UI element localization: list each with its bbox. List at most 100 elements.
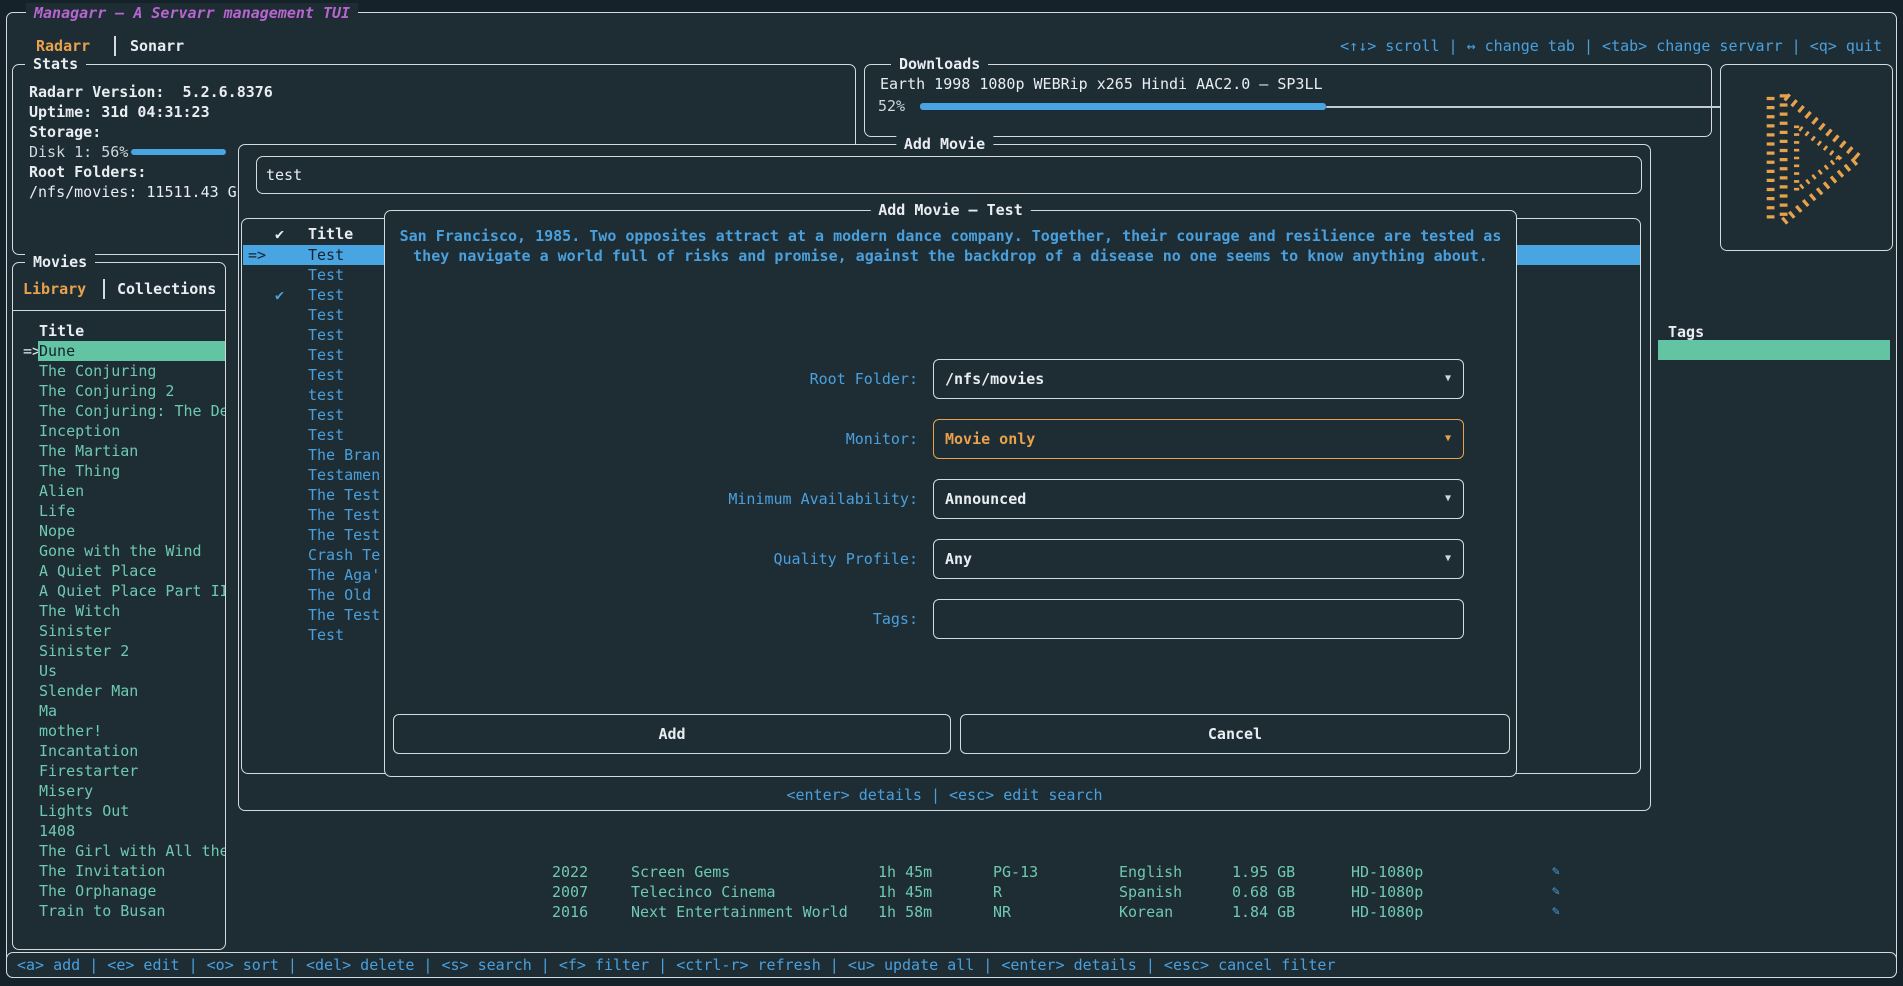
stats-disk-label: Disk 1: 56%	[29, 142, 128, 162]
cell-language: English	[1119, 862, 1182, 882]
movie-list-item[interactable]: Ma	[14, 701, 225, 721]
cell-rating: PG-13	[993, 862, 1038, 882]
add-button[interactable]: Add	[393, 714, 951, 754]
movie-list-item[interactable]: The Girl with All the	[14, 841, 225, 861]
result-title: Testamen	[308, 465, 380, 485]
movie-list-item[interactable]: =>Dune	[14, 341, 225, 361]
field-dropdown[interactable]: Movie only▼	[933, 419, 1464, 459]
result-title: Test	[308, 405, 344, 425]
movie-title: Misery	[38, 781, 225, 801]
movie-list-item[interactable]: Gone with the Wind	[14, 541, 225, 561]
top-keybind-hints: <↑↓> scroll | ↔ change tab | <tab> chang…	[1340, 36, 1882, 56]
movie-list-item[interactable]: Slender Man	[14, 681, 225, 701]
result-title: Crash Te	[308, 545, 380, 565]
table-row[interactable]: 2022Screen Gems1h 45mPG-13English1.95 GB…	[0, 862, 1903, 882]
movie-title: The Conjuring: The De	[38, 401, 225, 421]
chevron-down-icon: ▼	[1445, 480, 1451, 518]
movie-title: Slender Man	[38, 681, 225, 701]
movie-description-line2: they navigate a world full of risks and …	[385, 246, 1516, 266]
movie-list-item[interactable]: Inception	[14, 421, 225, 441]
cell-size: 1.95 GB	[1232, 862, 1295, 882]
table-row[interactable]: 2007Telecinco Cinema1h 45mRSpanish0.68 G…	[0, 882, 1903, 902]
cell-quality: HD-1080p	[1351, 902, 1423, 922]
movie-title: Life	[38, 501, 225, 521]
cancel-button[interactable]: Cancel	[960, 714, 1510, 754]
movie-title: Lights Out	[38, 801, 225, 821]
result-title: Test	[308, 425, 344, 445]
field-input[interactable]	[933, 599, 1464, 639]
movie-list-item[interactable]: Us	[14, 661, 225, 681]
selected-arrow	[14, 761, 38, 781]
movie-title: Us	[38, 661, 225, 681]
download-progress-track	[1326, 106, 1756, 108]
chevron-down-icon: ▼	[1445, 540, 1451, 578]
selected-arrow	[14, 841, 38, 861]
results-header-title: Title	[308, 224, 353, 244]
stats-version: Radarr Version: 5.2.6.8376	[29, 82, 273, 102]
cell-size: 1.84 GB	[1232, 902, 1295, 922]
tab-library[interactable]: Library	[23, 279, 86, 299]
movie-list-item[interactable]: Nope	[14, 521, 225, 541]
result-title: Test	[308, 305, 344, 325]
tab-sonarr: Sonarr	[130, 36, 184, 56]
selected-arrow	[14, 401, 38, 421]
disk-usage-bar	[131, 149, 226, 155]
movie-title: The Martian	[38, 441, 225, 461]
table-row[interactable]: 2016Next Entertainment World1h 58mNRKore…	[0, 902, 1903, 922]
selected-arrow	[14, 441, 38, 461]
movie-list-item[interactable]: Lights Out	[14, 801, 225, 821]
movie-list-item[interactable]: Alien	[14, 481, 225, 501]
movie-list-item[interactable]: Life	[14, 501, 225, 521]
field-value: Movie only	[945, 420, 1035, 458]
cell-rating: NR	[993, 902, 1011, 922]
field-dropdown[interactable]: /nfs/movies▼	[933, 359, 1464, 399]
field-dropdown[interactable]: Announced▼	[933, 479, 1464, 519]
stats-storage-label: Storage:	[29, 122, 101, 142]
bottom-keybind-hints: <a> add | <e> edit | <o> sort | <del> de…	[17, 955, 1336, 975]
tab-collections[interactable]: Collections	[117, 279, 216, 299]
result-title: The Test	[308, 505, 380, 525]
movie-list-item[interactable]: Sinister	[14, 621, 225, 641]
result-title: Test	[308, 625, 344, 645]
results-header-monitored: ✔	[275, 224, 284, 244]
selected-arrow	[14, 381, 38, 401]
movie-list-item[interactable]: A Quiet Place Part II	[14, 581, 225, 601]
movie-title: Dune	[38, 341, 225, 361]
cell-size: 0.68 GB	[1232, 882, 1295, 902]
movie-list-item[interactable]: The Conjuring	[14, 361, 225, 381]
cell-runtime: 1h 58m	[878, 902, 932, 922]
tab-radarr[interactable]: Radarr	[36, 36, 90, 56]
movie-list-item[interactable]: mother!	[14, 721, 225, 741]
movie-list-item[interactable]: Sinister 2	[14, 641, 225, 661]
movie-title: Gone with the Wind	[38, 541, 225, 561]
cell-rating: R	[993, 882, 1002, 902]
cell-quality: HD-1080p	[1351, 862, 1423, 882]
movie-list-item[interactable]: Firestarter	[14, 761, 225, 781]
result-title: Test	[308, 265, 344, 285]
movie-list-item[interactable]: Misery	[14, 781, 225, 801]
result-title: The Test	[308, 525, 380, 545]
movie-list-item[interactable]: The Thing	[14, 461, 225, 481]
app-title: Managarr – A Servarr management TUI	[26, 3, 358, 23]
movie-title: A Quiet Place	[38, 561, 225, 581]
field-dropdown[interactable]: Any▼	[933, 539, 1464, 579]
movie-list-item[interactable]: The Conjuring 2	[14, 381, 225, 401]
movie-description-line1: San Francisco, 1985. Two opposites attra…	[385, 226, 1516, 246]
movie-list-item[interactable]: The Witch	[14, 601, 225, 621]
movie-search-input[interactable]	[266, 158, 1626, 192]
movie-list-item[interactable]: 1408	[14, 821, 225, 841]
movies-title-header: Title	[39, 321, 84, 341]
movies-panel: Movies Library Collections Title =>DuneT…	[12, 262, 226, 950]
movie-list-item[interactable]: Incantation	[14, 741, 225, 761]
result-title: Test	[308, 365, 344, 385]
cell-language: Spanish	[1119, 882, 1182, 902]
movie-list-item[interactable]: The Martian	[14, 441, 225, 461]
movie-search-box[interactable]	[256, 156, 1642, 194]
movie-list-item[interactable]: The Conjuring: The De	[14, 401, 225, 421]
movie-title: mother!	[38, 721, 225, 741]
movie-list-item[interactable]: A Quiet Place	[14, 561, 225, 581]
downloads-panel: Downloads Earth 1998 1080p WEBRip x265 H…	[864, 64, 1712, 137]
cell-year: 2007	[552, 882, 588, 902]
field-label: Monitor:	[385, 419, 918, 459]
cell-language: Korean	[1119, 902, 1173, 922]
